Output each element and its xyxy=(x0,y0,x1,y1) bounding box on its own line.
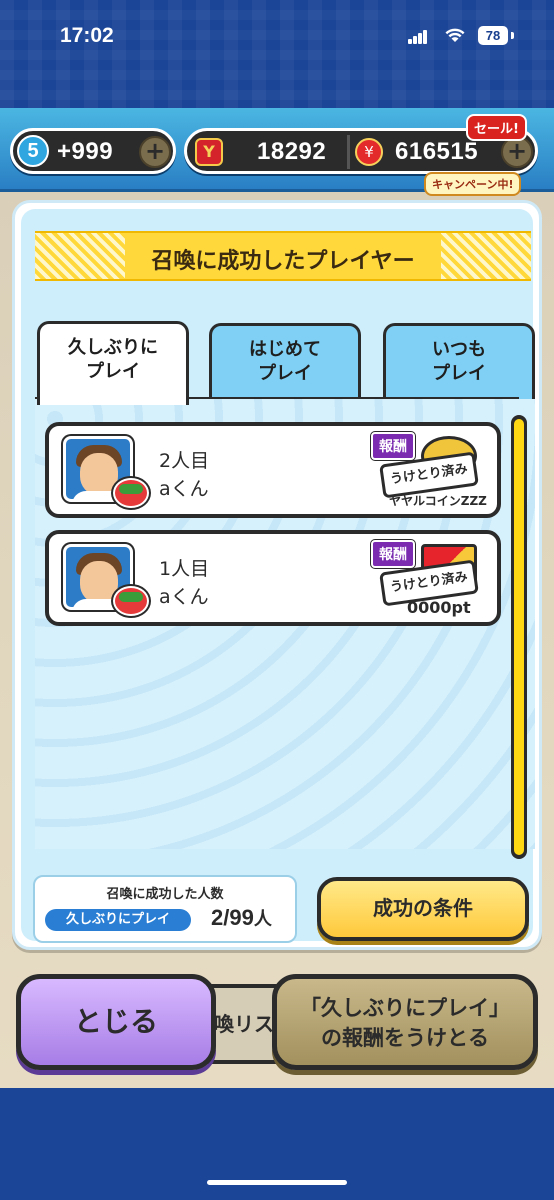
coin-value: 616515 xyxy=(395,138,479,165)
stamina-pill: 5 +999 + xyxy=(10,128,176,174)
success-count-unit: 人 xyxy=(253,909,272,930)
player-count-label: 2人目 xyxy=(159,450,210,472)
sale-badge[interactable]: セール! xyxy=(466,114,527,141)
player-name: aくん xyxy=(159,586,209,608)
summon-players-modal: 召喚に成功したプレイヤー 久しぶりに プレイ はじめて プレイ いつも プレイ … xyxy=(12,200,542,950)
avatar-face xyxy=(80,453,118,495)
reward-label: 報酬 xyxy=(371,432,415,460)
reward-button-line2: の報酬をうけとる xyxy=(321,1026,489,1050)
success-count-panel: 召喚に成功した人数 久しぶりにプレイ 2/99人 xyxy=(33,875,297,943)
modal-title: 召喚に成功したプレイヤー xyxy=(151,249,415,274)
tab-always-play[interactable]: いつも プレイ xyxy=(383,323,535,399)
tab-label-line1: はじめて xyxy=(249,339,321,360)
reward-label: 報酬 xyxy=(371,540,415,568)
currency-divider xyxy=(347,135,350,169)
tab-first-time-play[interactable]: はじめて プレイ xyxy=(209,323,361,399)
title-banner: 召喚に成功したプレイヤー xyxy=(35,231,531,281)
tab-label-line2: プレイ xyxy=(258,363,312,384)
player-name: aくん xyxy=(159,478,209,500)
receive-reward-button[interactable]: 「久しぶりにプレイ」 の報酬をうけとる xyxy=(272,974,538,1070)
success-count-value: 2/99人 xyxy=(211,905,272,931)
tab-label-line2: プレイ xyxy=(432,363,486,384)
stamina-level-icon: 5 xyxy=(17,135,49,167)
reward-area: 報酬 うけとり済み 0000pt xyxy=(371,540,489,620)
campaign-badge: キャンペーン中! xyxy=(424,172,522,196)
y-money-icon: Y xyxy=(195,138,223,166)
stamina-plus-button[interactable]: + xyxy=(139,136,171,168)
success-count-title: 召喚に成功した人数 xyxy=(106,887,224,902)
tab-label-line2: プレイ xyxy=(86,361,140,382)
yokai-icon xyxy=(113,586,149,616)
close-button[interactable]: とじる xyxy=(16,974,216,1070)
tab-long-time-play[interactable]: 久しぶりに プレイ xyxy=(37,321,189,405)
status-time: 17:02 xyxy=(60,24,114,47)
cellular-signal-icon xyxy=(408,30,428,44)
list-item[interactable]: 2人目 aくん 報酬 うけとり済み ヤヤルコインZZZ xyxy=(45,422,501,518)
avatar-face xyxy=(80,561,118,603)
yokai-icon xyxy=(113,478,149,508)
list-item[interactable]: 1人目 aくん 報酬 うけとり済み 0000pt xyxy=(45,530,501,626)
stamina-value: +999 xyxy=(57,138,114,165)
success-count-number: 2/99 xyxy=(211,905,254,930)
reward-button-line1: 「久しぶりにプレイ」 xyxy=(300,996,510,1020)
battery-icon: 78 xyxy=(478,26,508,45)
conditions-button[interactable]: 成功の条件 xyxy=(317,877,529,941)
home-indicator[interactable] xyxy=(207,1180,347,1185)
battery-tip xyxy=(511,32,514,39)
scrollbar-thumb[interactable] xyxy=(514,419,524,855)
coin-icon: ¥ xyxy=(355,138,383,166)
tab-label-line1: いつも xyxy=(432,339,486,360)
reward-area: 報酬 うけとり済み ヤヤルコインZZZ xyxy=(371,432,489,512)
tab-label-line1: 久しぶりに xyxy=(68,337,158,358)
wifi-icon xyxy=(445,28,465,42)
status-bar: 17:02 78 xyxy=(0,0,554,70)
player-count-label: 1人目 xyxy=(159,558,210,580)
y-money-value: 18292 xyxy=(257,138,327,165)
modal-body: 召喚に成功したプレイヤー 久しぶりに プレイ はじめて プレイ いつも プレイ … xyxy=(21,209,535,943)
success-count-category: 久しぶりにプレイ xyxy=(45,909,191,931)
